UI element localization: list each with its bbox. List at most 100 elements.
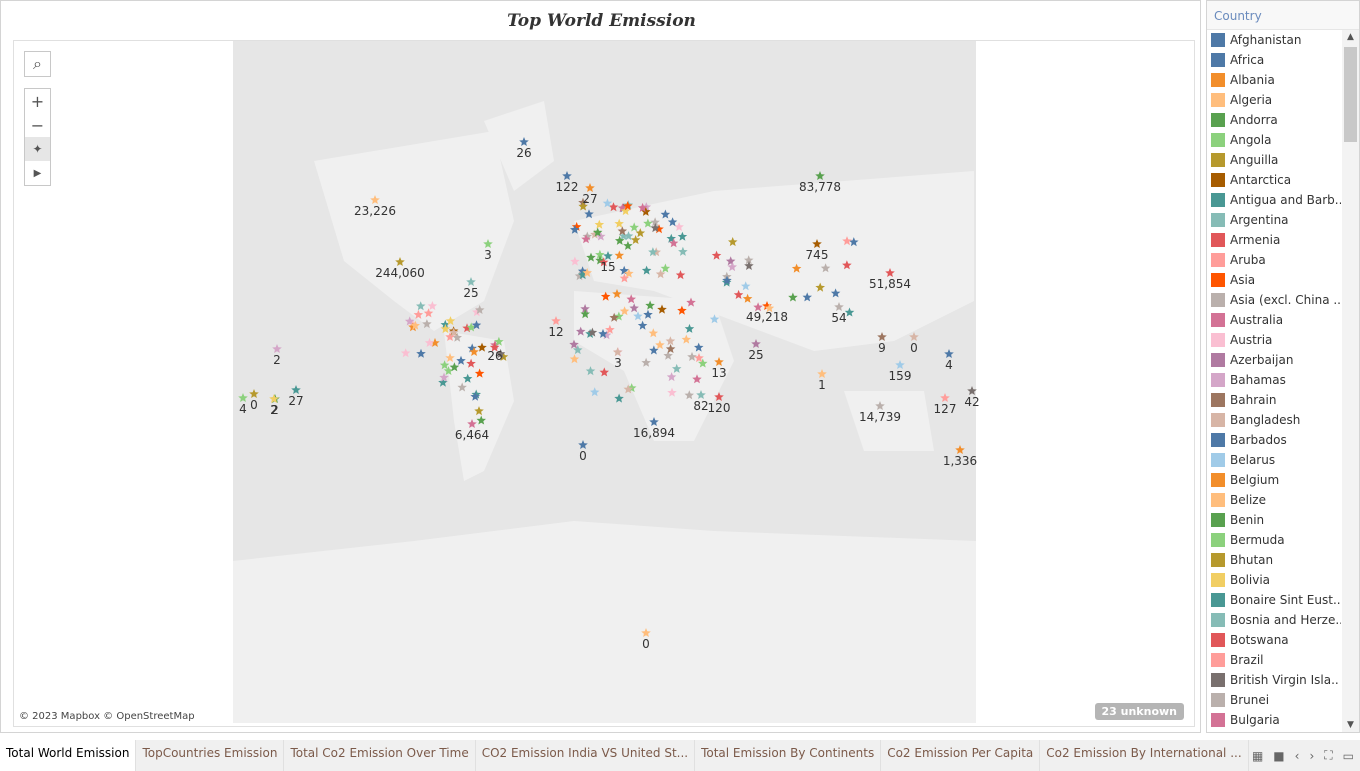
- tab-4[interactable]: Total Emission By Continents: [695, 740, 882, 771]
- fullscreen-icon[interactable]: ⛶: [1324, 748, 1332, 763]
- legend-swatch: [1211, 393, 1225, 407]
- legend-item[interactable]: Africa: [1207, 50, 1341, 70]
- legend-item[interactable]: Asia (excl. China ..: [1207, 290, 1341, 310]
- emission-label: 120: [708, 401, 731, 415]
- zoom-in-button[interactable]: +: [25, 89, 50, 113]
- legend-item[interactable]: Anguilla: [1207, 150, 1341, 170]
- zoom-out-button[interactable]: −: [25, 113, 50, 137]
- legend-item[interactable]: Armenia: [1207, 230, 1341, 250]
- present-icon[interactable]: ▭: [1343, 749, 1354, 763]
- next-tab-icon[interactable]: ›: [1309, 749, 1314, 763]
- legend-label: Andorra: [1230, 113, 1278, 127]
- legend-label: Bhutan: [1230, 553, 1274, 567]
- legend-item[interactable]: Azerbaijan: [1207, 350, 1341, 370]
- legend-item[interactable]: Belgium: [1207, 470, 1341, 490]
- legend-item[interactable]: Asia: [1207, 270, 1341, 290]
- map-toolbar: + − ✦ ▶: [24, 88, 51, 186]
- legend-item[interactable]: Brazil: [1207, 650, 1341, 670]
- map-worksheet: Top World Emission 26 122 27 23,226 83,778 3 2…: [0, 0, 1201, 733]
- legend-item[interactable]: British Virgin Isla..: [1207, 670, 1341, 690]
- search-tool[interactable]: ⌕: [24, 51, 51, 77]
- legend-item[interactable]: Algeria: [1207, 90, 1341, 110]
- pin-reset-icon[interactable]: ✦: [25, 137, 50, 161]
- legend-swatch: [1211, 313, 1225, 327]
- legend-swatch: [1211, 153, 1225, 167]
- legend-item[interactable]: Barbados: [1207, 430, 1341, 450]
- legend-item[interactable]: Antigua and Barb..: [1207, 190, 1341, 210]
- legend-item[interactable]: Australia: [1207, 310, 1341, 330]
- grid-view-icon[interactable]: ▦: [1252, 749, 1263, 763]
- legend-label: Barbados: [1230, 433, 1287, 447]
- legend-item[interactable]: Angola: [1207, 130, 1341, 150]
- map-credit[interactable]: © 2023 Mapbox © OpenStreetMap: [19, 711, 195, 722]
- legend-item[interactable]: Belarus: [1207, 450, 1341, 470]
- scroll-down-icon[interactable]: ▼: [1342, 720, 1359, 730]
- emission-label: 0: [579, 449, 587, 463]
- scroll-up-icon[interactable]: ▲: [1342, 32, 1359, 42]
- legend-label: Benin: [1230, 513, 1265, 527]
- legend-label: Belarus: [1230, 453, 1276, 467]
- legend-item[interactable]: Botswana: [1207, 630, 1341, 650]
- tab-2[interactable]: Total Co2 Emission Over Time: [284, 740, 476, 771]
- map-canvas[interactable]: 261222723,22683,7783244,060745152551,854…: [14, 41, 1195, 727]
- legend-item[interactable]: Andorra: [1207, 110, 1341, 130]
- scroll-thumb[interactable]: [1344, 47, 1357, 142]
- emission-label: 54: [831, 311, 846, 325]
- legend-item[interactable]: Argentina: [1207, 210, 1341, 230]
- expand-arrow-icon[interactable]: ▶: [25, 161, 50, 185]
- legend-item[interactable]: Bulgaria: [1207, 710, 1341, 730]
- prev-tab-icon[interactable]: ‹: [1295, 749, 1300, 763]
- legend-item[interactable]: Bolivia: [1207, 570, 1341, 590]
- legend-item[interactable]: Bosnia and Herze..: [1207, 610, 1341, 630]
- legend-label: Angola: [1230, 133, 1272, 147]
- legend-label: Bulgaria: [1230, 713, 1280, 727]
- legend-title: Country: [1207, 1, 1359, 30]
- country-legend: Country Afghanistan Africa Albania Algeria A…: [1206, 0, 1360, 733]
- legend-item[interactable]: Antarctica: [1207, 170, 1341, 190]
- legend-item[interactable]: Brunei: [1207, 690, 1341, 710]
- legend-label: Albania: [1230, 73, 1275, 87]
- single-view-icon[interactable]: ■: [1273, 749, 1284, 763]
- legend-item[interactable]: Afghanistan: [1207, 30, 1341, 50]
- world-map[interactable]: 26 122 27 23,226 83,778 3 244,060 745 15 25 51,854…: [13, 40, 1195, 727]
- emission-label: 26: [487, 349, 502, 363]
- tab-3[interactable]: CO2 Emission India VS United St...: [476, 740, 696, 771]
- legend-item[interactable]: Bahrain: [1207, 390, 1341, 410]
- tab-0[interactable]: Total World Emission: [0, 740, 137, 771]
- emission-label: 0: [910, 341, 918, 355]
- legend-item[interactable]: Bhutan: [1207, 550, 1341, 570]
- legend-label: Aruba: [1230, 253, 1266, 267]
- emission-label: 4: [239, 402, 247, 416]
- legend-label: Austria: [1230, 333, 1273, 347]
- legend-label: Bermuda: [1230, 533, 1285, 547]
- legend-item[interactable]: Aruba: [1207, 250, 1341, 270]
- legend-item[interactable]: Bonaire Sint Eust..: [1207, 590, 1341, 610]
- search-icon[interactable]: ⌕: [25, 52, 50, 76]
- emission-label: 745: [806, 248, 829, 262]
- legend-item[interactable]: Benin: [1207, 510, 1341, 530]
- legend-scrollbar[interactable]: ▲ ▼: [1342, 30, 1359, 732]
- unknown-badge[interactable]: 23 unknown: [1094, 703, 1184, 720]
- legend-label: Algeria: [1230, 93, 1273, 107]
- legend-item[interactable]: Albania: [1207, 70, 1341, 90]
- emission-label: 26: [516, 146, 531, 160]
- emission-label: 0: [642, 637, 650, 651]
- legend-item[interactable]: Bahamas: [1207, 370, 1341, 390]
- legend-item[interactable]: Bangladesh: [1207, 410, 1341, 430]
- legend-item[interactable]: Austria: [1207, 330, 1341, 350]
- legend-label: Antigua and Barb..: [1230, 193, 1341, 207]
- legend-swatch: [1211, 333, 1225, 347]
- emission-label: 6,464: [455, 428, 489, 442]
- emission-label: 14,739: [859, 410, 901, 424]
- emission-label: 12: [548, 325, 563, 339]
- legend-label: Bosnia and Herze..: [1230, 613, 1341, 627]
- tab-6[interactable]: Co2 Emission By International ...: [1040, 740, 1249, 771]
- tab-1[interactable]: TopCountries Emission: [136, 740, 285, 771]
- legend-label: Australia: [1230, 313, 1284, 327]
- legend-swatch: [1211, 633, 1225, 647]
- emission-label: 27: [582, 192, 597, 206]
- tab-5[interactable]: Co2 Emission Per Capita: [881, 740, 1041, 771]
- legend-item[interactable]: Bermuda: [1207, 530, 1341, 550]
- emission-label: 83,778: [799, 180, 841, 194]
- legend-item[interactable]: Belize: [1207, 490, 1341, 510]
